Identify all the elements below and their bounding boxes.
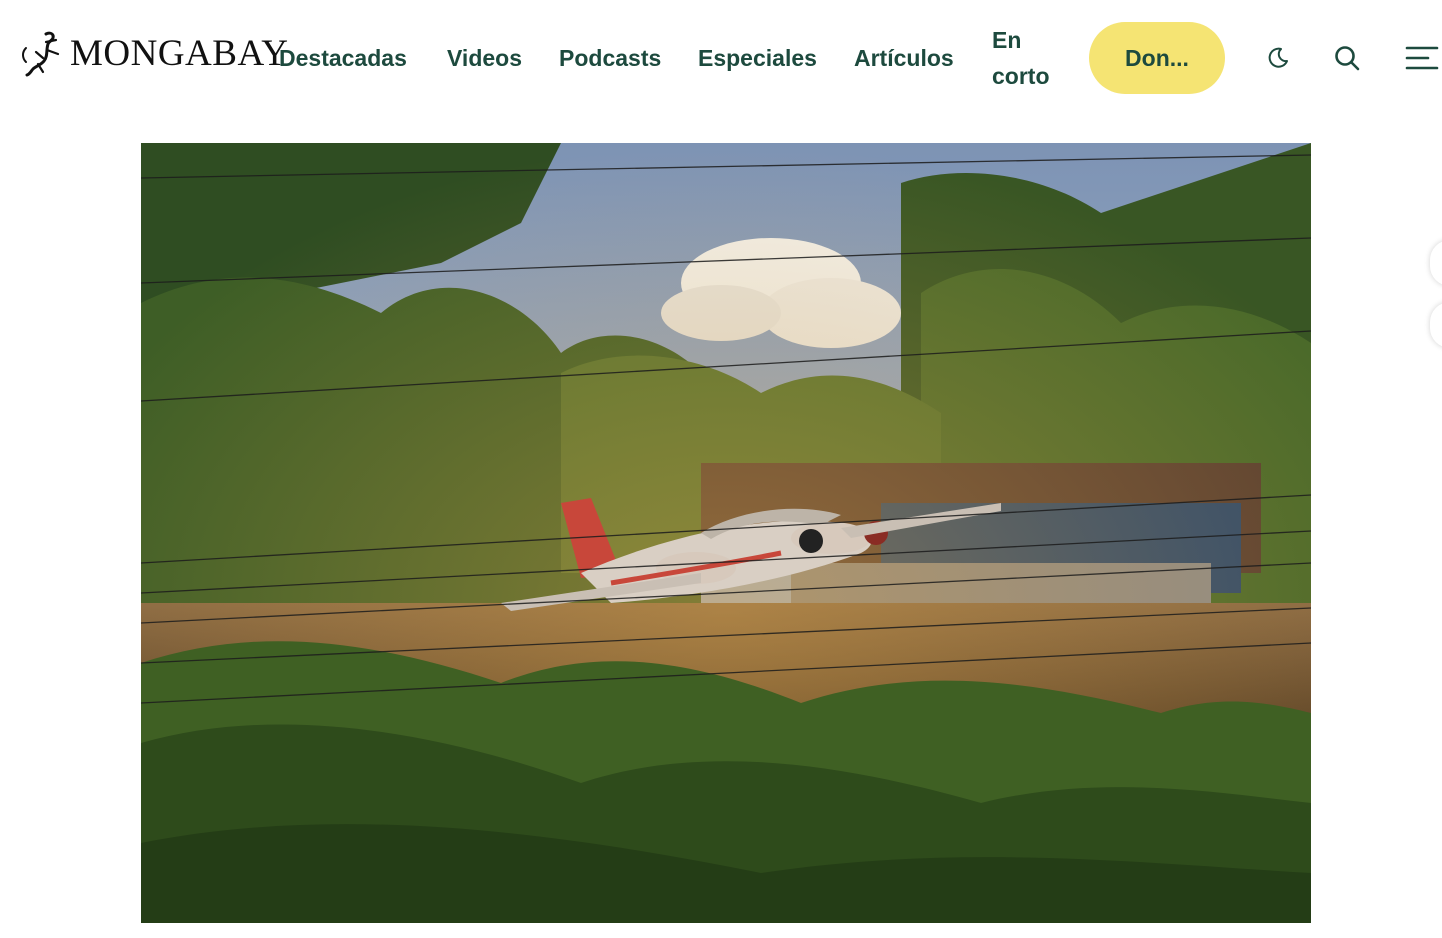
nav-item-podcasts[interactable]: Podcasts (559, 40, 661, 76)
side-share-button-2[interactable] (1430, 302, 1442, 348)
gecko-logo-icon (22, 31, 60, 77)
donate-button[interactable]: Don... (1089, 22, 1225, 94)
nav-item-destacadas[interactable]: Destacadas (279, 40, 407, 76)
nav-item-videos[interactable]: Videos (447, 40, 522, 76)
nav-item-articulos[interactable]: Artículos (854, 40, 954, 76)
brand-name: MONGABAY (70, 32, 289, 74)
search-icon (1335, 46, 1360, 71)
menu-button[interactable] (1402, 40, 1442, 76)
site-header: MONGABAY Destacadas Videos Podcasts Espe… (0, 0, 1442, 116)
theme-toggle-button[interactable] (1260, 40, 1296, 76)
moon-icon (1268, 47, 1288, 68)
hero-photo-airplane-jungle (141, 143, 1311, 923)
hero-image (141, 143, 1311, 923)
search-button[interactable] (1329, 40, 1365, 76)
side-share-button[interactable] (1430, 240, 1442, 286)
mongabay-logo[interactable]: MONGABAY (16, 28, 289, 78)
nav-item-en-corto[interactable]: En corto (992, 22, 1062, 94)
menu-icon (1405, 46, 1439, 70)
nav-item-especiales[interactable]: Especiales (698, 40, 817, 76)
